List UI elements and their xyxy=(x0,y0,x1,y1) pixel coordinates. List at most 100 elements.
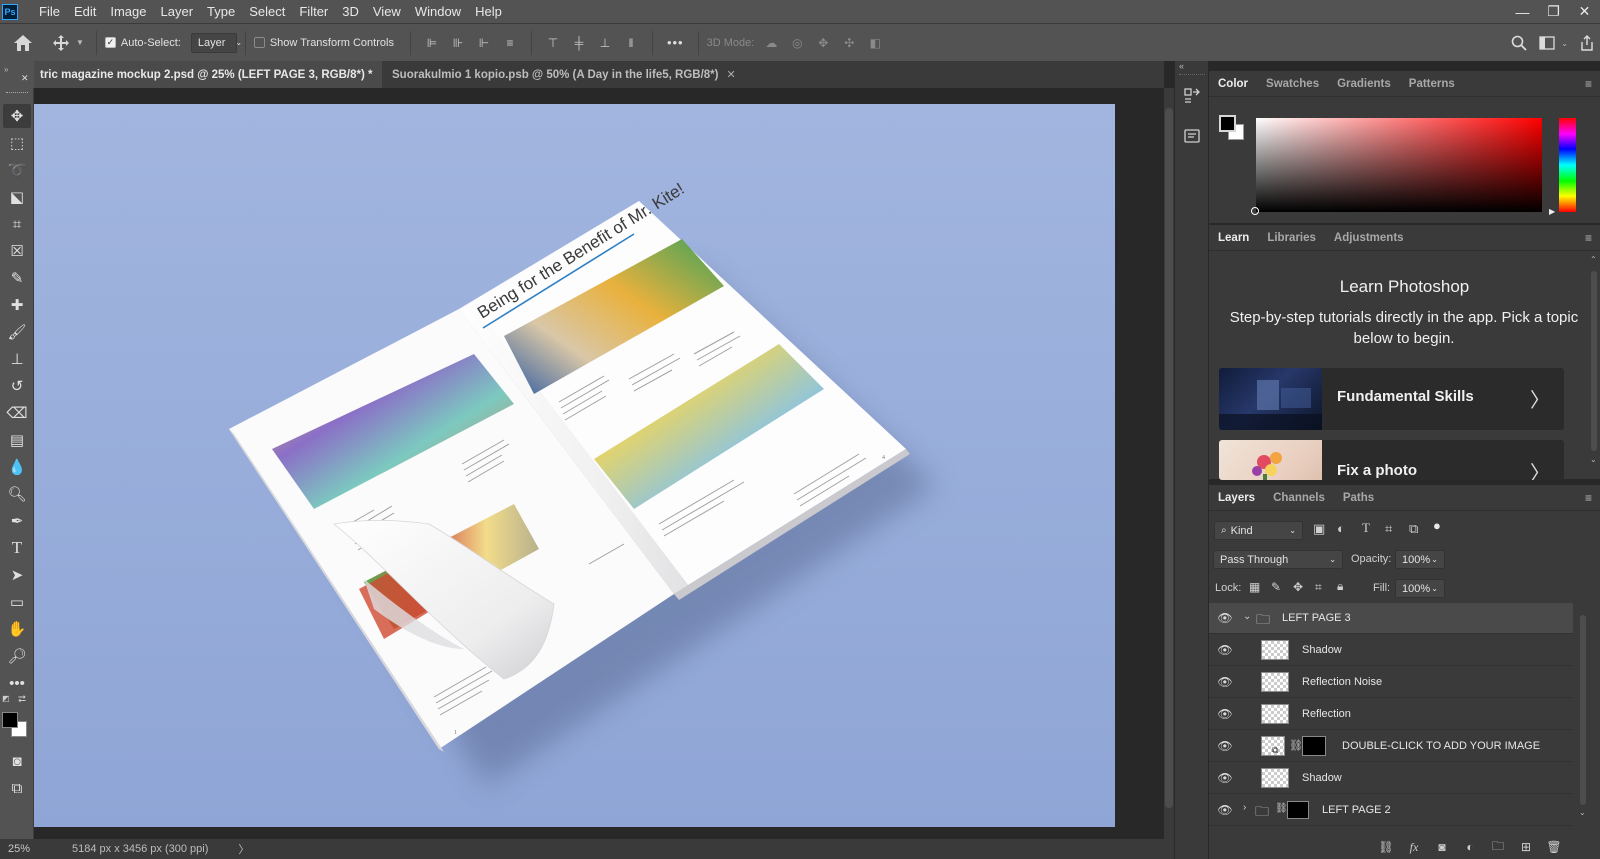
lock-pixels-icon[interactable]: ✎ xyxy=(1271,580,1281,594)
filter-toggle-icon[interactable]: ● xyxy=(1433,518,1441,533)
visibility-eye-icon[interactable]: 👁︎ xyxy=(1217,675,1233,689)
layer-row[interactable]: 👁︎ Reflection xyxy=(1209,699,1573,730)
menu-filter[interactable]: Filter xyxy=(292,0,335,23)
learn-scrollbar[interactable]: ⌃ ⌄ xyxy=(1590,255,1598,469)
menu-layer[interactable]: Layer xyxy=(154,0,201,23)
foreground-color-swatch[interactable] xyxy=(2,712,18,728)
layer-row[interactable]: 👁︎ Reflection Noise xyxy=(1209,667,1573,698)
menu-edit[interactable]: Edit xyxy=(67,0,103,23)
filter-adjustment-icon[interactable]: ◐ xyxy=(1337,521,1345,536)
align-top-icon[interactable]: ⊤ xyxy=(546,36,560,50)
align-bottom-icon[interactable]: ⊥ xyxy=(598,36,612,50)
history-panel-icon[interactable] xyxy=(1182,86,1202,106)
layers-scrollbar[interactable]: ⌄ xyxy=(1579,603,1587,823)
filter-smart-object-icon[interactable]: ⧉ xyxy=(1409,521,1418,537)
layer-row-group[interactable]: 👁︎ ⌄ 🗀 LEFT PAGE 3 xyxy=(1209,603,1573,634)
pen-icon[interactable]: ✒ xyxy=(3,509,31,533)
tab-adjustments[interactable]: Adjustments xyxy=(1325,225,1413,251)
restore-icon[interactable]: ❐ xyxy=(1538,0,1569,23)
move-tool-icon[interactable]: ✥ xyxy=(3,104,31,128)
scroll-down-icon[interactable]: ⌄ xyxy=(1579,808,1586,817)
tab-layers[interactable]: Layers xyxy=(1209,485,1264,511)
rectangle-icon[interactable]: ▭ xyxy=(3,590,31,614)
menu-window[interactable]: Window xyxy=(408,0,468,23)
history-brush-icon[interactable]: ↺ xyxy=(3,374,31,398)
home-icon[interactable] xyxy=(0,34,46,52)
layer-row[interactable]: 👁︎ Shadow xyxy=(1209,635,1573,666)
delete-layer-icon[interactable]: 🗑︎ xyxy=(1545,838,1563,856)
clone-stamp-icon[interactable]: ⊥ xyxy=(3,347,31,371)
lock-artboard-icon[interactable]: ⌗ xyxy=(1315,580,1322,595)
menu-help[interactable]: Help xyxy=(468,0,509,23)
align-right-icon[interactable]: ⊩ xyxy=(477,36,491,50)
foreground-color-chip[interactable] xyxy=(1219,115,1236,132)
edit-toolbar-icon[interactable]: ••• xyxy=(3,671,31,695)
path-selection-icon[interactable]: ➤ xyxy=(3,563,31,587)
auto-select-checkbox[interactable]: ✓ xyxy=(104,37,116,48)
workspace-chevron-icon[interactable]: ⌄ xyxy=(1561,39,1568,48)
eyedropper-icon[interactable]: ✎ xyxy=(3,266,31,290)
tab-libraries[interactable]: Libraries xyxy=(1258,225,1325,251)
3d-slide-icon[interactable]: ✣ xyxy=(842,36,856,50)
share-icon[interactable] xyxy=(1574,35,1600,51)
gradient-icon[interactable]: ▤ xyxy=(3,428,31,452)
hand-icon[interactable]: ✋ xyxy=(3,617,31,641)
type-tool-icon[interactable]: T xyxy=(3,536,31,560)
zoom-level[interactable]: 25% xyxy=(8,843,58,855)
close-toolbar-icon[interactable]: ✕ xyxy=(21,73,29,84)
learn-card-fundamental-skills[interactable]: Fundamental Skills 〉 xyxy=(1219,368,1564,430)
layer-row-group[interactable]: 👁︎ › 🗀 ⛓ LEFT PAGE 2 xyxy=(1209,795,1573,826)
move-tool-icon[interactable] xyxy=(46,34,76,52)
fill-field[interactable]: 100% ⌄ xyxy=(1395,579,1445,598)
fx-icon[interactable]: fx xyxy=(1405,838,1423,856)
link-icon[interactable]: ⛓ xyxy=(1275,803,1288,814)
align-left-icon[interactable]: ⊫ xyxy=(425,36,439,50)
workspace-icon[interactable] xyxy=(1533,36,1561,50)
chevron-down-icon[interactable]: ⌄ xyxy=(1243,611,1251,622)
tab-document-1[interactable]: tric magazine mockup 2.psd @ 25% (LEFT P… xyxy=(34,61,382,88)
new-group-icon[interactable]: 🗀 xyxy=(1489,838,1507,856)
filter-type-icon[interactable]: T xyxy=(1362,520,1370,536)
eraser-icon[interactable]: ⌫ xyxy=(3,401,31,425)
minimize-icon[interactable]: — xyxy=(1507,0,1538,23)
lock-all-icon[interactable]: 🔒︎ xyxy=(1337,579,1343,594)
scrollbar-thumb[interactable] xyxy=(1580,615,1586,805)
canvas-area[interactable]: Being for the Benefit of Mr. Kite! 1 4 xyxy=(34,88,1164,839)
status-menu-icon[interactable]: 〉 xyxy=(238,841,249,857)
learn-card-fix-a-photo[interactable]: Fix a photo 〉 xyxy=(1219,440,1564,480)
default-colors-icon[interactable]: ◩ xyxy=(2,694,10,703)
tool-preset-chevron-icon[interactable]: ▼ xyxy=(76,38,84,47)
rectangular-marquee-icon[interactable]: ⬚ xyxy=(3,131,31,155)
menu-select[interactable]: Select xyxy=(242,0,292,23)
show-transform-checkbox[interactable] xyxy=(253,37,265,48)
menu-file[interactable]: File xyxy=(32,0,67,23)
menu-type[interactable]: Type xyxy=(200,0,242,23)
collapse-toolbar-icon[interactable]: » xyxy=(4,65,8,74)
hue-slider[interactable] xyxy=(1559,118,1576,212)
healing-brush-icon[interactable]: ✚ xyxy=(3,293,31,317)
tab-paths[interactable]: Paths xyxy=(1334,485,1383,511)
opacity-field[interactable]: 100% ⌄ xyxy=(1395,550,1445,569)
visibility-eye-icon[interactable]: 👁︎ xyxy=(1217,739,1233,753)
tab-learn[interactable]: Learn xyxy=(1209,225,1258,251)
swap-colors-icon[interactable]: ⮂ xyxy=(18,694,26,705)
tab-document-2[interactable]: Suorakulmio 1 kopio.psb @ 50% (A Day in … xyxy=(382,61,736,88)
blend-mode-dropdown[interactable]: Pass Through ⌄ xyxy=(1213,550,1343,569)
color-field[interactable] xyxy=(1256,118,1542,212)
blur-icon[interactable]: 💧 xyxy=(3,455,31,479)
tab-gradients[interactable]: Gradients xyxy=(1328,71,1400,97)
scrollbar-thumb[interactable] xyxy=(1591,271,1597,451)
chevron-right-icon[interactable]: › xyxy=(1243,802,1246,813)
panel-menu-icon[interactable]: ≡ xyxy=(1585,77,1592,91)
visibility-eye-icon[interactable]: 👁︎ xyxy=(1217,771,1233,785)
filter-pixel-icon[interactable]: ▣ xyxy=(1313,521,1325,537)
tab-swatches[interactable]: Swatches xyxy=(1257,71,1328,97)
tab-channels[interactable]: Channels xyxy=(1264,485,1334,511)
adjustment-layer-icon[interactable]: ◐ xyxy=(1461,838,1479,856)
lock-transparency-icon[interactable]: ▦ xyxy=(1249,580,1260,594)
visibility-eye-icon[interactable]: 👁︎ xyxy=(1217,643,1233,657)
filter-shape-icon[interactable]: ⌗ xyxy=(1385,521,1392,537)
panel-menu-icon[interactable]: ≡ xyxy=(1585,491,1592,505)
search-icon[interactable] xyxy=(1505,35,1533,51)
lasso-icon[interactable]: ➰ xyxy=(3,158,31,182)
